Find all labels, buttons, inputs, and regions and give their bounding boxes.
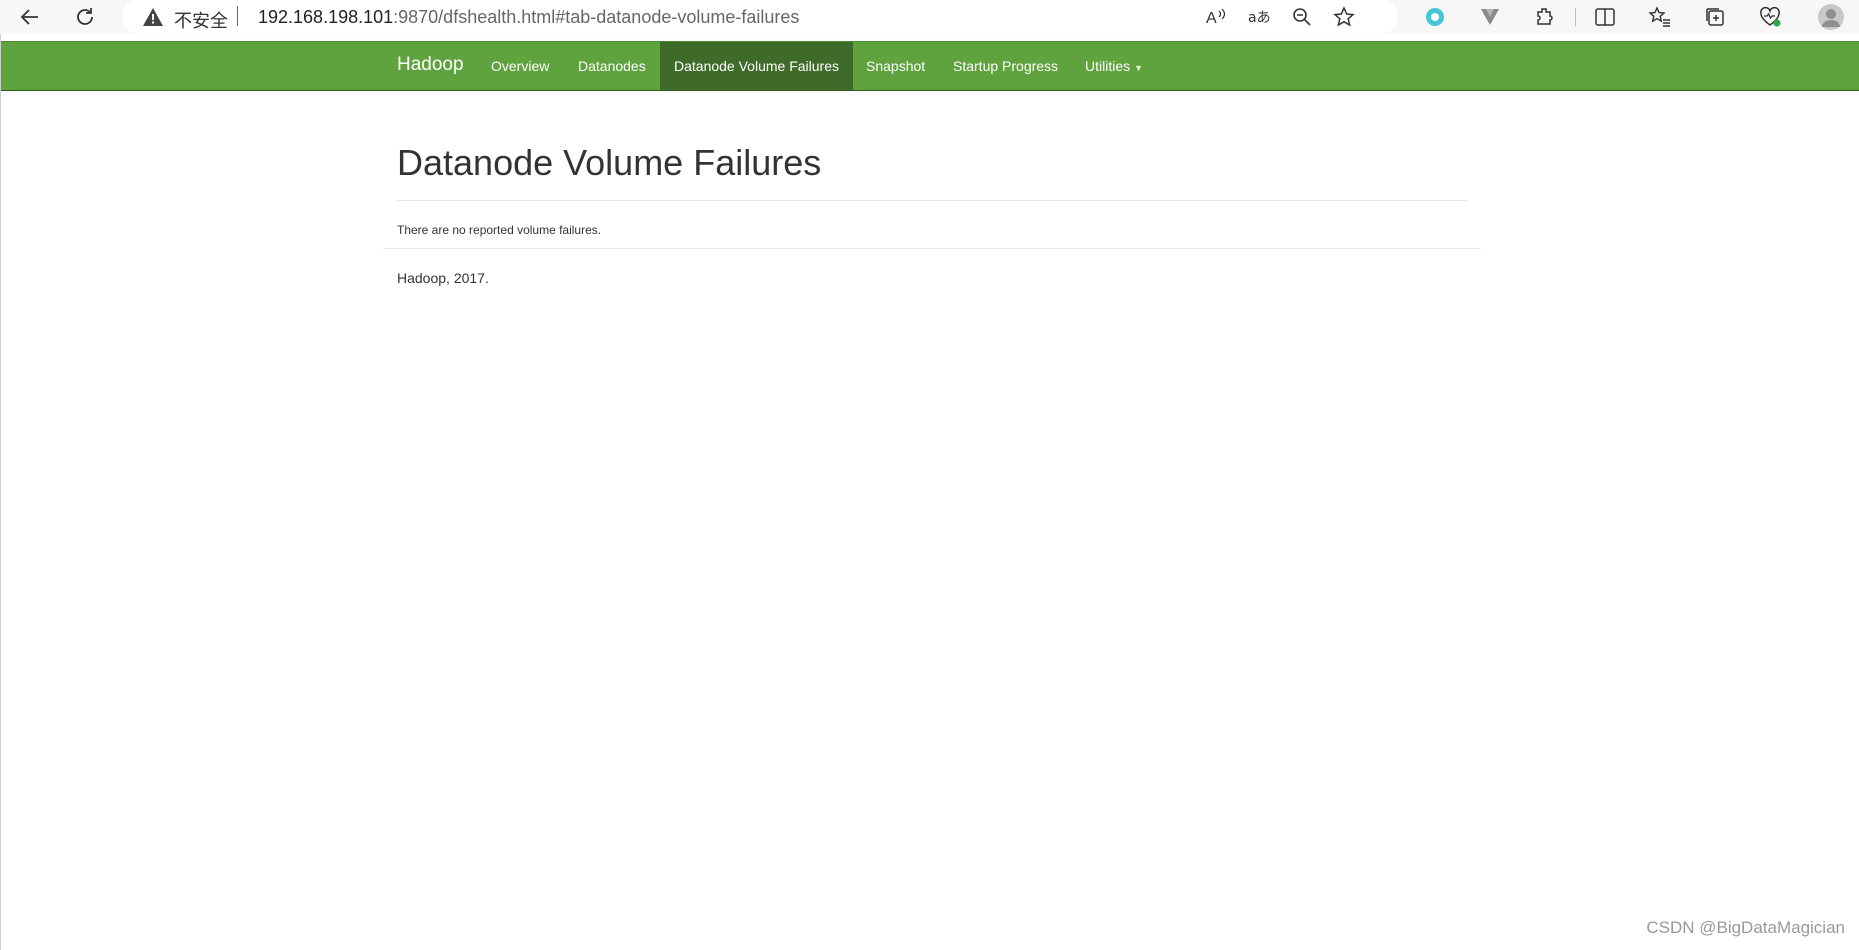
footer-text: Hadoop, 2017. xyxy=(397,270,489,286)
nav-utilities-label: Utilities xyxy=(1085,58,1131,74)
translate-icon[interactable]: aあ xyxy=(1248,5,1272,29)
svg-text:A: A xyxy=(1206,10,1217,27)
svg-text:aあ: aあ xyxy=(1248,10,1271,26)
url-host: 192.168.198.101 xyxy=(258,7,394,27)
collections-icon[interactable] xyxy=(1702,4,1728,30)
toolbar-divider xyxy=(1575,8,1576,26)
warning-icon[interactable] xyxy=(142,7,164,32)
url-path: :9870/dfshealth.html#tab-datanode-volume… xyxy=(393,7,800,27)
nav-startup-progress[interactable]: Startup Progress xyxy=(953,42,1058,90)
nav-snapshot[interactable]: Snapshot xyxy=(866,42,925,90)
footer-divider xyxy=(383,248,1481,249)
nav-overview[interactable]: Overview xyxy=(491,42,549,90)
browser-essentials-icon[interactable] xyxy=(1757,4,1783,30)
title-divider xyxy=(397,200,1467,201)
page-content: Hadoop Overview Datanodes Datanode Volum… xyxy=(0,34,1859,950)
page-title: Datanode Volume Failures xyxy=(397,142,822,183)
security-label[interactable]: 不安全 xyxy=(174,7,228,33)
browser-toolbar: 不安全 192.168.198.101:9870/dfshealth.html#… xyxy=(0,0,1859,34)
back-icon[interactable] xyxy=(14,2,46,32)
favorites-icon[interactable] xyxy=(1647,4,1673,30)
read-aloud-icon[interactable]: A xyxy=(1204,5,1228,29)
address-bar[interactable]: 不安全 192.168.198.101:9870/dfshealth.html#… xyxy=(122,0,1398,33)
brand-link[interactable]: Hadoop xyxy=(397,54,464,76)
address-divider xyxy=(237,6,238,26)
watermark: CSDN @BigDataMagician xyxy=(1646,918,1845,937)
profile-avatar-icon[interactable] xyxy=(1816,2,1846,32)
url-text[interactable]: 192.168.198.101:9870/dfshealth.html#tab-… xyxy=(258,7,799,28)
nav-datanodes[interactable]: Datanodes xyxy=(578,42,646,90)
extension-v-icon[interactable] xyxy=(1477,4,1503,30)
no-failures-message: There are no reported volume failures. xyxy=(397,223,602,237)
nav-datanode-volume-failures[interactable]: Datanode Volume Failures xyxy=(660,42,853,90)
refresh-icon[interactable] xyxy=(69,2,101,32)
extensions-icon[interactable] xyxy=(1532,4,1558,30)
zoom-out-icon[interactable] xyxy=(1290,5,1314,29)
favorite-star-icon[interactable] xyxy=(1332,5,1356,29)
top-navbar: Hadoop Overview Datanodes Datanode Volum… xyxy=(1,41,1859,91)
chevron-down-icon: ▼ xyxy=(1134,63,1144,73)
extension-copilot-icon[interactable] xyxy=(1422,4,1448,30)
split-screen-icon[interactable] xyxy=(1592,4,1618,30)
nav-utilities[interactable]: Utilities ▼ xyxy=(1085,42,1143,90)
